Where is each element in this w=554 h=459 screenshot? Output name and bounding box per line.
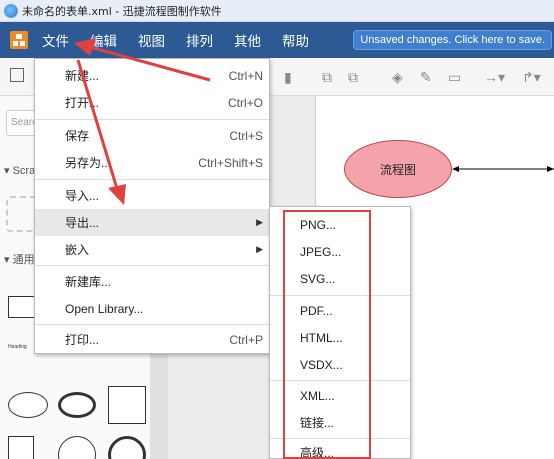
menu-help[interactable]: 帮助 xyxy=(280,30,322,50)
double-ellipse-shape[interactable] xyxy=(58,392,96,418)
delete-icon[interactable]: ▮ xyxy=(284,69,292,86)
flowchart-node[interactable]: 流程图 xyxy=(344,140,452,198)
menu-separator xyxy=(270,380,410,381)
menu-view[interactable]: 视图 xyxy=(136,30,178,50)
menu-import[interactable]: 导入... xyxy=(35,182,269,209)
window-title: 未命名的表单.xml - 迅捷流程图制作软件 xyxy=(22,4,222,18)
circle-shape[interactable] xyxy=(58,436,96,459)
export-xml[interactable]: XML... xyxy=(270,382,410,409)
file-menu: 新建... Ctrl+N 打开... Ctrl+O 保存 Ctrl+S 另存为... C… xyxy=(34,58,270,354)
export-advanced[interactable]: 高级... xyxy=(270,439,410,459)
menu-new-library[interactable]: 新建库... xyxy=(35,268,269,295)
menu-new[interactable]: 新建... Ctrl+N xyxy=(35,62,269,89)
app-logo-icon[interactable] xyxy=(10,31,28,49)
heading-shape[interactable]: Heading xyxy=(8,344,27,350)
unsaved-changes-button[interactable]: Unsaved changes. Click here to save. xyxy=(353,30,552,50)
menu-export[interactable]: 导出... ▶ xyxy=(35,209,269,236)
menu-bar: 文件 编辑 视图 排列 其他 帮助 Unsaved changes. Click… xyxy=(0,22,554,58)
menu-separator xyxy=(35,119,269,120)
title-bar: 未命名的表单.xml - 迅捷流程图制作软件 xyxy=(0,0,554,22)
format-panel-icon[interactable] xyxy=(10,68,24,82)
export-svg[interactable]: SVG... xyxy=(270,265,410,292)
connection-icon[interactable]: →▾ xyxy=(484,69,505,86)
menu-separator xyxy=(35,179,269,180)
menu-open-library[interactable]: Open Library... xyxy=(35,295,269,322)
app-icon xyxy=(4,3,18,18)
fill-color-icon[interactable]: ◈ xyxy=(392,69,403,86)
shadow-icon[interactable]: ▭ xyxy=(448,69,461,86)
menu-open[interactable]: 打开... Ctrl+O xyxy=(35,89,269,116)
export-link[interactable]: 链接... xyxy=(270,409,410,436)
menu-separator xyxy=(270,295,410,296)
menu-edit[interactable]: 编辑 xyxy=(88,30,130,50)
menu-arrange[interactable]: 排列 xyxy=(184,30,226,50)
menu-extras[interactable]: 其他 xyxy=(232,30,274,50)
menu-separator xyxy=(35,324,269,325)
submenu-arrow-icon: ▶ xyxy=(256,217,263,227)
menu-separator xyxy=(35,265,269,266)
menu-embed[interactable]: 嵌入 ▶ xyxy=(35,236,269,263)
submenu-arrow-icon: ▶ xyxy=(256,244,263,254)
menu-save[interactable]: 保存 Ctrl+S xyxy=(35,122,269,149)
export-png[interactable]: PNG... xyxy=(270,211,410,238)
menu-file[interactable]: 文件 xyxy=(40,30,82,50)
export-html[interactable]: HTML... xyxy=(270,324,410,351)
export-jpeg[interactable]: JPEG... xyxy=(270,238,410,265)
menu-print[interactable]: 打印... Ctrl+P xyxy=(35,326,269,353)
export-vsdx[interactable]: VSDX... xyxy=(270,351,410,378)
to-back-icon[interactable]: ⧉ xyxy=(348,69,358,86)
ellipse-shape[interactable] xyxy=(8,392,48,418)
square2-shape[interactable] xyxy=(108,386,146,424)
node-label: 流程图 xyxy=(379,162,416,177)
to-front-icon[interactable]: ⧉ xyxy=(322,69,332,86)
menu-save-as[interactable]: 另存为... Ctrl+Shift+S xyxy=(35,149,269,176)
waypoints-icon[interactable]: ↱▾ xyxy=(522,69,541,86)
export-pdf[interactable]: PDF... xyxy=(270,297,410,324)
process-shape[interactable] xyxy=(8,436,34,459)
general-header[interactable]: ▾ 通用 xyxy=(4,251,35,267)
line-color-icon[interactable]: ✎ xyxy=(420,69,432,86)
export-submenu: PNG... JPEG... SVG... PDF... HTML... VSD… xyxy=(269,206,411,459)
double-circle-shape[interactable] xyxy=(108,436,146,459)
connector-arrow[interactable] xyxy=(452,163,554,175)
